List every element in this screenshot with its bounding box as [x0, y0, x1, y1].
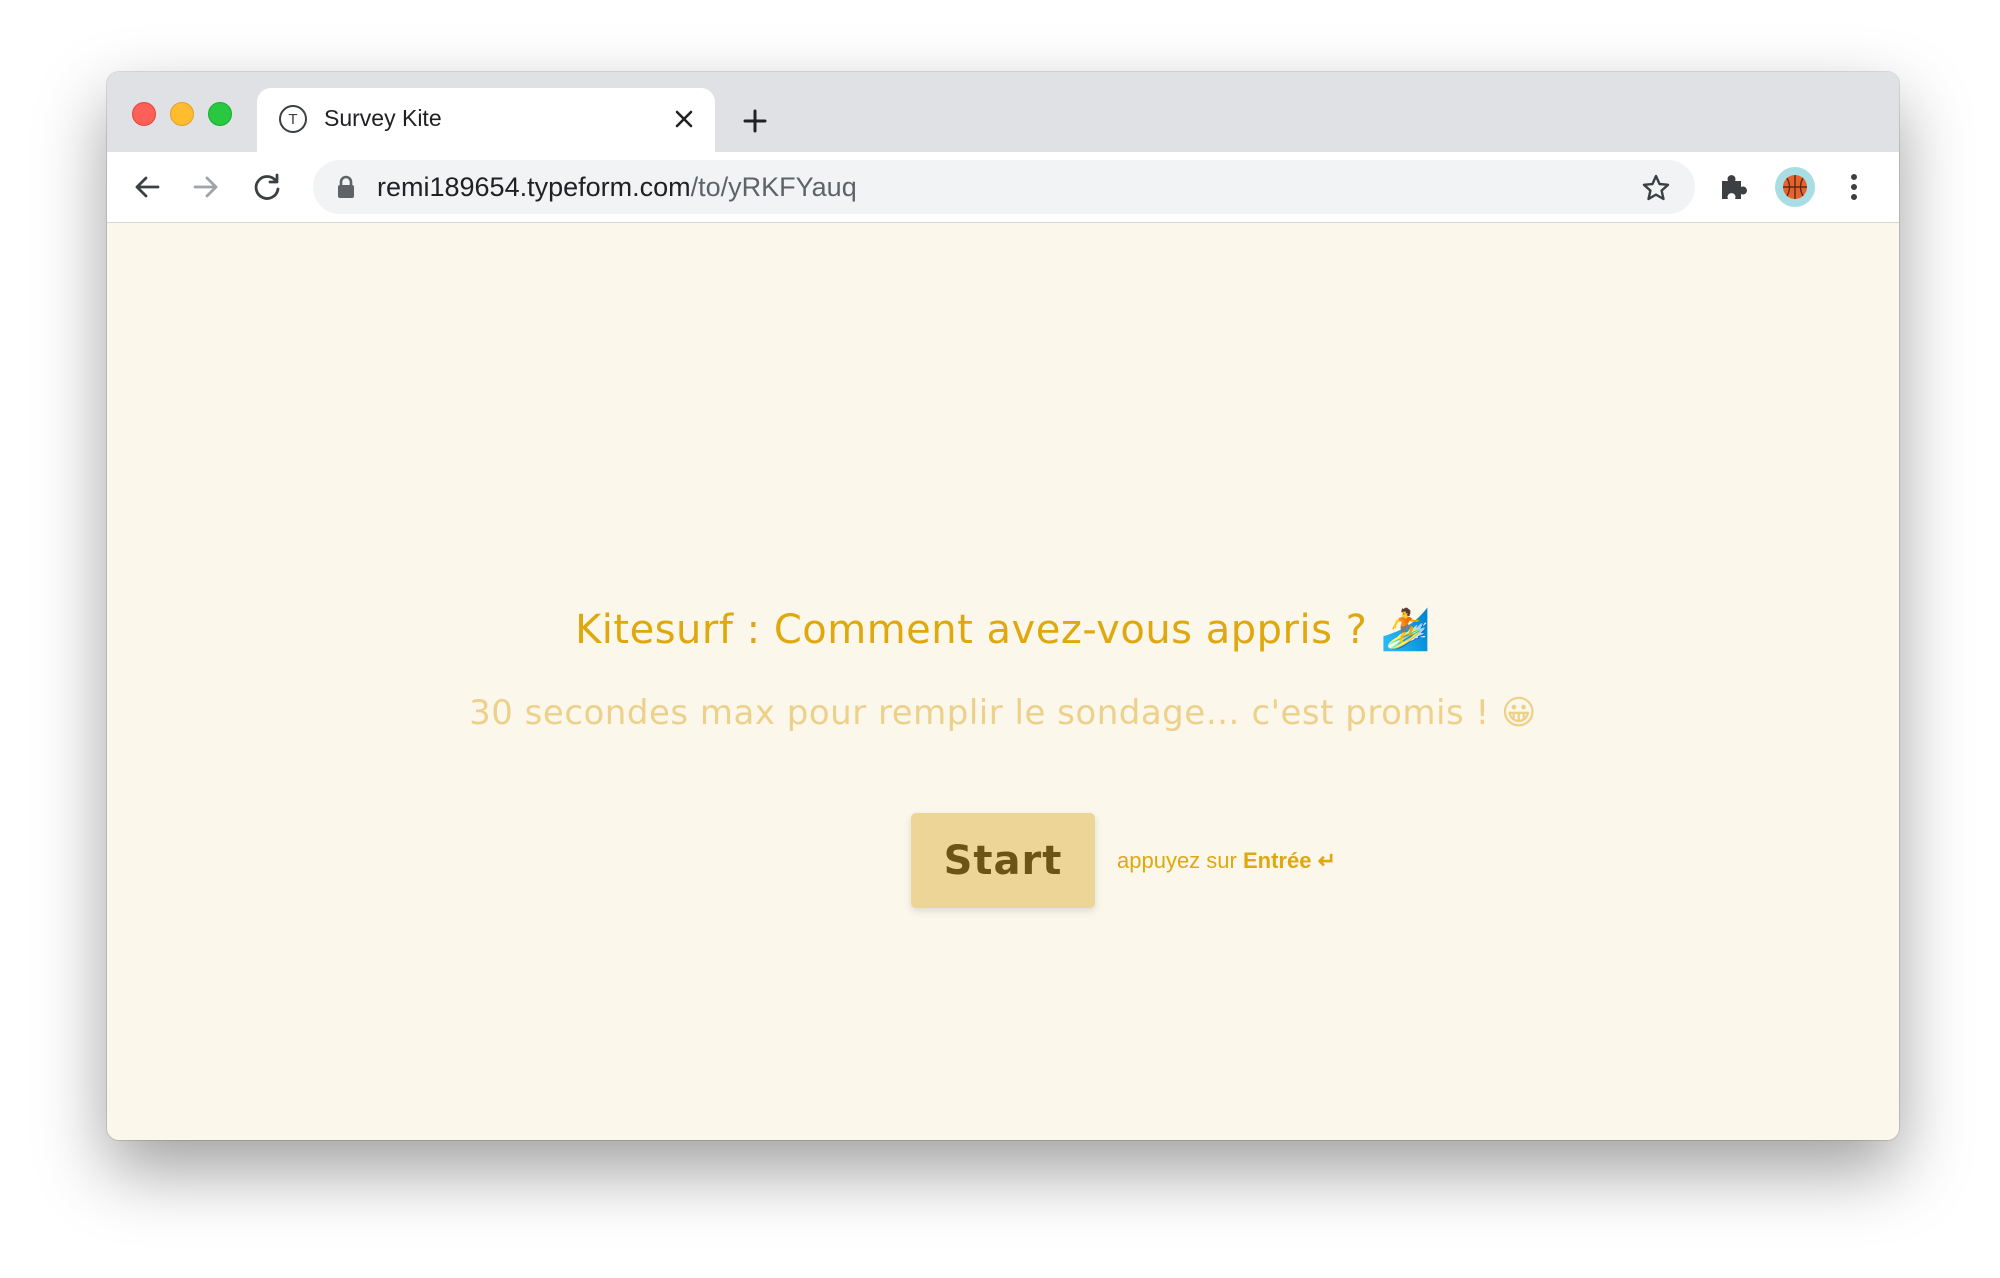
reload-icon	[254, 173, 280, 200]
typeform-favicon-icon: T	[279, 105, 307, 133]
hint-key: Entrée	[1242, 848, 1312, 873]
zoom-window-button[interactable]	[208, 102, 232, 126]
tab-title: Survey Kite	[324, 105, 442, 131]
start-button[interactable]: Start	[911, 813, 1095, 908]
close-icon	[675, 110, 693, 128]
more-vertical-icon	[1851, 174, 1857, 200]
browser-menu-button[interactable]	[1836, 169, 1872, 205]
url-text[interactable]: remi189654.typeform.com/to/yRKFYauq	[377, 172, 857, 203]
star-icon[interactable]	[1641, 173, 1671, 203]
profile-avatar[interactable]	[1775, 167, 1815, 207]
lock-icon	[338, 175, 354, 198]
grinning-face-emoji-icon: 😀	[1500, 693, 1537, 733]
surfer-emoji-icon: 🏄	[1380, 607, 1431, 653]
plus-icon	[743, 109, 767, 133]
arrow-left-icon	[135, 176, 160, 198]
puzzle-icon	[1722, 175, 1747, 199]
enter-key-icon: ↵	[1317, 848, 1337, 873]
forward-button[interactable]	[188, 169, 224, 205]
tab-survey-kite[interactable]: T Survey Kite	[257, 88, 715, 152]
back-button[interactable]	[129, 169, 165, 205]
reload-button[interactable]	[249, 169, 285, 205]
tab-strip: T Survey Kite	[107, 72, 1899, 152]
url-host: remi189654.typeform.com	[377, 172, 691, 202]
hint-prefix: appuyez sur	[1117, 848, 1237, 873]
url-path: /to/yRKFYauq	[690, 172, 857, 202]
arrow-right-icon	[193, 176, 218, 198]
close-window-button[interactable]	[132, 102, 156, 126]
form-title: Kitesurf : Comment avez-vous appris ? 🏄	[107, 606, 1899, 653]
typeform-welcome-screen: Kitesurf : Comment avez-vous appris ? 🏄 …	[107, 223, 1899, 1140]
form-title-text: Kitesurf : Comment avez-vous appris ?	[575, 607, 1368, 653]
form-subtitle: 30 secondes max pour remplir le sondage……	[107, 693, 1899, 733]
address-bar[interactable]: remi189654.typeform.com/to/yRKFYauq	[313, 160, 1695, 214]
minimize-window-button[interactable]	[170, 102, 194, 126]
browser-window: T Survey Kite remi189654.typeform.com/to…	[107, 72, 1899, 1140]
extensions-button[interactable]	[1715, 169, 1751, 205]
start-row: Start appuyez sur Entrée ↵	[107, 813, 1899, 909]
browser-toolbar: remi189654.typeform.com/to/yRKFYauq	[107, 152, 1899, 223]
keyboard-hint: appuyez sur Entrée ↵	[1117, 848, 1336, 874]
tab-close-button[interactable]	[669, 104, 699, 134]
basketball-avatar-icon	[1783, 175, 1807, 199]
form-subtitle-text: 30 secondes max pour remplir le sondage……	[469, 693, 1490, 733]
new-tab-button[interactable]	[738, 104, 772, 138]
